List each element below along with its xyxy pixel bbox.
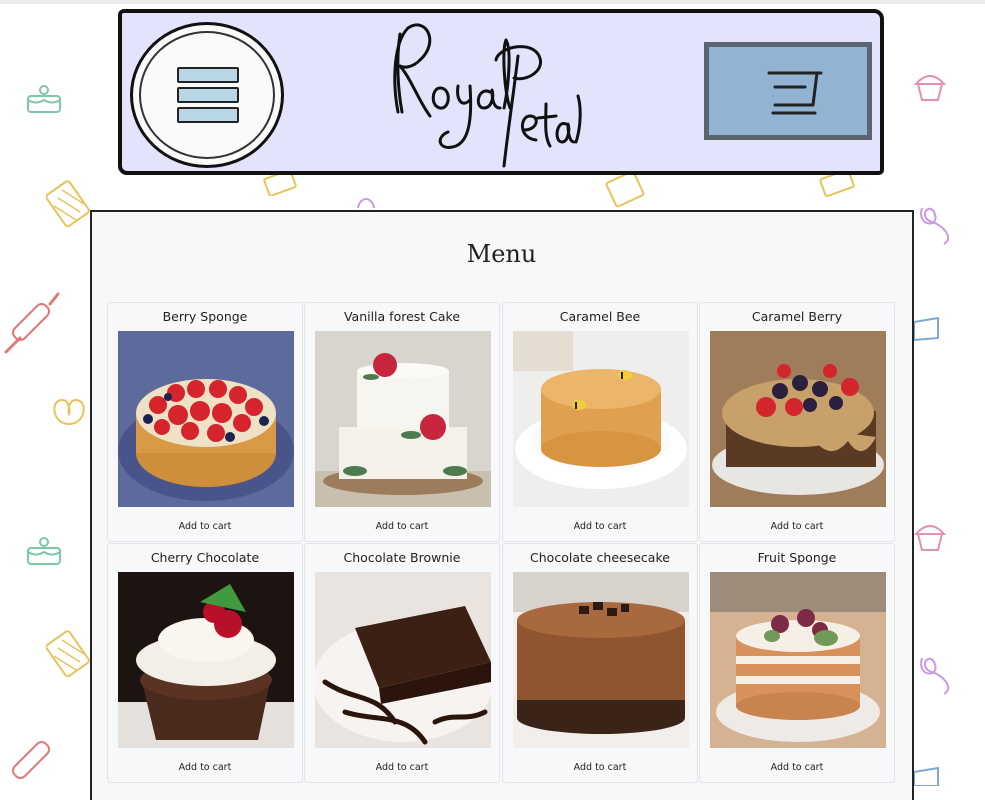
product-name: Caramel Bee xyxy=(559,309,641,324)
product-card: Cherry Chocolate Add to cart xyxy=(107,543,303,783)
cherry-chocolate-image[interactable] xyxy=(118,572,294,748)
chocolate-cheesecake-image[interactable] xyxy=(513,572,689,748)
cake-slice-icon xyxy=(913,766,939,786)
add-to-cart-button[interactable]: Add to cart xyxy=(108,521,302,532)
product-name: Vanilla forest Cake xyxy=(343,309,461,324)
caramel-berry-image[interactable] xyxy=(710,331,886,507)
rolling-pin-icon xyxy=(4,292,60,354)
cake-icon xyxy=(27,537,61,565)
product-name: Cherry Chocolate xyxy=(150,550,260,565)
product-card: Chocolate Brownie Add to cart xyxy=(304,543,500,783)
product-card: Chocolate cheesecake Add to cart xyxy=(502,543,698,783)
add-to-cart-button[interactable]: Add to cart xyxy=(700,521,894,532)
add-to-cart-button[interactable]: Add to cart xyxy=(700,762,894,773)
product-name: Caramel Berry xyxy=(751,309,843,324)
cart-button[interactable] xyxy=(704,42,872,140)
hamburger-menu-icon xyxy=(177,67,239,127)
cupcake-icon xyxy=(913,525,947,551)
vanilla-forest-cake-image[interactable] xyxy=(315,331,491,507)
product-name: Chocolate cheesecake xyxy=(530,550,670,565)
add-to-cart-button[interactable]: Add to cart xyxy=(305,762,499,773)
product-name: Fruit Sponge xyxy=(757,550,837,565)
berry-sponge-image[interactable] xyxy=(118,331,294,507)
chocolate-brownie-image[interactable] xyxy=(315,572,491,748)
waffle-icon xyxy=(605,172,645,208)
waffle-icon xyxy=(263,172,297,196)
rolling-pin-icon xyxy=(11,740,51,780)
product-card: Caramel Bee Add to cart xyxy=(502,302,698,542)
add-to-cart-button[interactable]: Add to cart xyxy=(503,521,697,532)
product-card: Fruit Sponge Add to cart xyxy=(699,543,895,783)
product-name: Chocolate Brownie xyxy=(343,550,461,565)
product-card: Berry Sponge Add to cart xyxy=(107,302,303,542)
menu-button[interactable] xyxy=(130,22,284,168)
shopping-cart-icon xyxy=(767,71,823,115)
fruit-sponge-image[interactable] xyxy=(710,572,886,748)
product-name: Berry Sponge xyxy=(162,309,248,324)
top-border xyxy=(0,0,985,4)
royal-petal-logo[interactable] xyxy=(378,20,588,170)
product-card: Caramel Berry Add to cart xyxy=(699,302,895,542)
pretzel-icon xyxy=(53,398,85,426)
cupcake-icon xyxy=(913,75,947,101)
cake-slice-icon xyxy=(913,316,939,342)
caramel-bee-image[interactable] xyxy=(513,331,689,507)
waffle-icon xyxy=(46,180,90,228)
cake-icon xyxy=(27,85,61,113)
menu-title: Menu xyxy=(466,240,537,268)
ribbon-icon xyxy=(357,198,375,209)
add-to-cart-button[interactable]: Add to cart xyxy=(108,762,302,773)
waffle-icon xyxy=(46,630,90,678)
waffle-icon xyxy=(819,172,855,198)
add-to-cart-button[interactable]: Add to cart xyxy=(305,521,499,532)
product-card: Vanilla forest Cake Add to cart xyxy=(304,302,500,542)
add-to-cart-button[interactable]: Add to cart xyxy=(503,762,697,773)
ribbon-icon xyxy=(920,657,950,695)
